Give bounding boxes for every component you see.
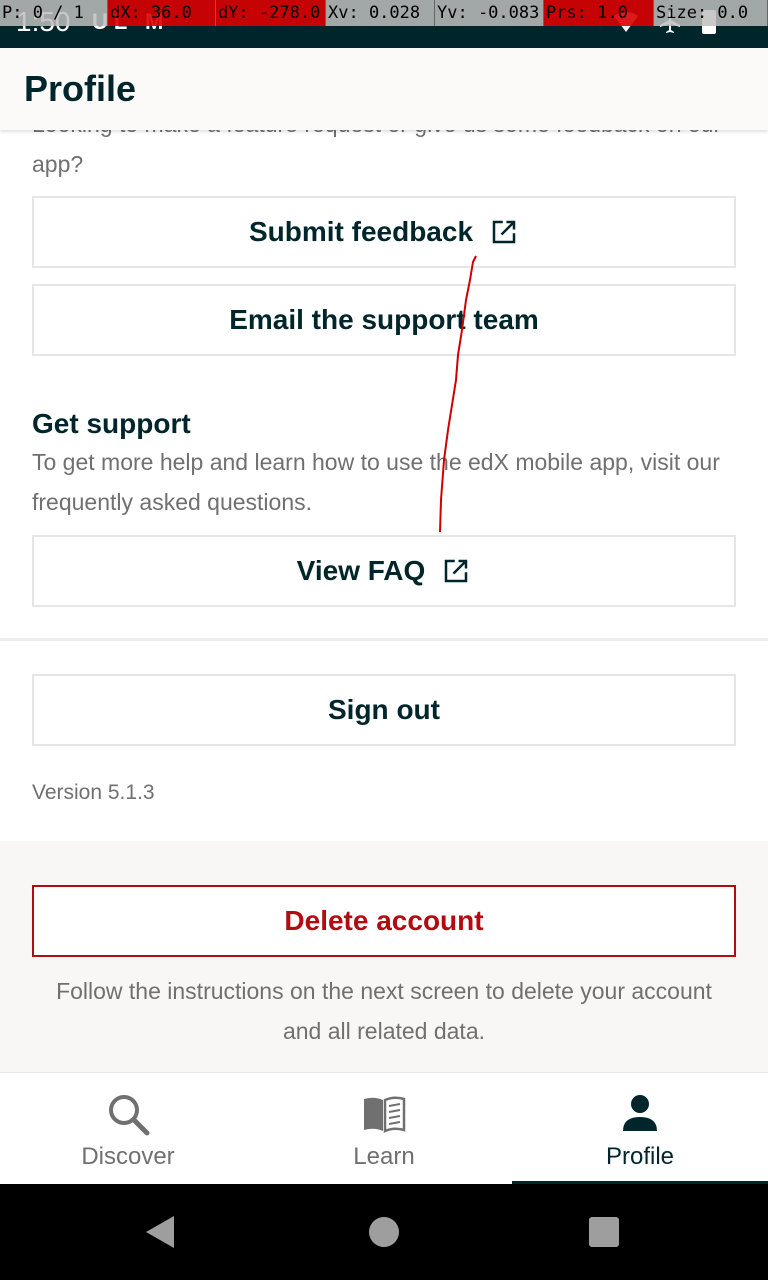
email-support-button[interactable]: Email the support team [32, 284, 736, 356]
top-app-bar: Profile [0, 48, 768, 130]
sign-out-label: Sign out [328, 694, 440, 725]
sign-out-button[interactable]: Sign out [32, 674, 736, 746]
pointer-debug-overlay: P: 0 / 1 dX: 36.0 dY: -278.0 Xv: 0.028 Y… [0, 0, 768, 26]
app-version: Version 5.1.3 [32, 781, 155, 804]
view-faq-button[interactable]: View FAQ [32, 535, 736, 607]
nav-item-profile[interactable]: Profile [512, 1073, 768, 1185]
external-link-icon [492, 220, 516, 244]
delete-account-label: Delete account [284, 905, 484, 936]
debug-yv: Yv: -0.083 [435, 0, 544, 26]
search-icon [109, 1095, 150, 1136]
email-support-label: Email the support team [229, 304, 539, 335]
delete-account-description: Follow the instructions on the next scre… [56, 978, 712, 1044]
person-icon [623, 1095, 657, 1131]
external-link-icon [445, 559, 468, 583]
nav-item-learn[interactable]: Learn [256, 1073, 512, 1185]
nav-item-discover[interactable]: Discover [0, 1073, 256, 1185]
view-faq-label: View FAQ [296, 555, 426, 586]
get-support-heading: Get support [32, 408, 191, 439]
debug-xv: Xv: 0.028 [326, 0, 435, 26]
debug-prs: Prs: 1.0 [544, 0, 654, 26]
delete-account-section: Delete account Follow the instructions o… [0, 841, 768, 1073]
section-divider [0, 638, 768, 641]
submit-feedback-button[interactable]: Submit feedback [32, 196, 736, 268]
recents-icon[interactable] [589, 1217, 619, 1247]
nav-label-profile: Profile [605, 1143, 675, 1170]
debug-dx: dX: 36.0 [108, 0, 216, 26]
submit-feedback-label: Submit feedback [248, 216, 474, 247]
debug-pointer: P: 0 / 1 [0, 0, 108, 26]
nav-label-discover: Discover [81, 1143, 175, 1170]
home-icon[interactable] [369, 1217, 399, 1247]
back-icon[interactable] [146, 1216, 174, 1248]
system-navigation-bar [0, 1184, 768, 1280]
debug-dy: dY: -278.0 [216, 0, 326, 26]
book-icon [364, 1096, 406, 1133]
page-title: Profile [24, 68, 137, 109]
debug-size: Size: 0.0 [654, 0, 768, 26]
bottom-navigation: Discover Learn Profile [0, 1072, 768, 1185]
delete-account-button[interactable]: Delete account [32, 885, 736, 957]
nav-label-learn: Learn [353, 1143, 415, 1170]
get-support-description: To get more help and learn how to use th… [32, 449, 720, 515]
